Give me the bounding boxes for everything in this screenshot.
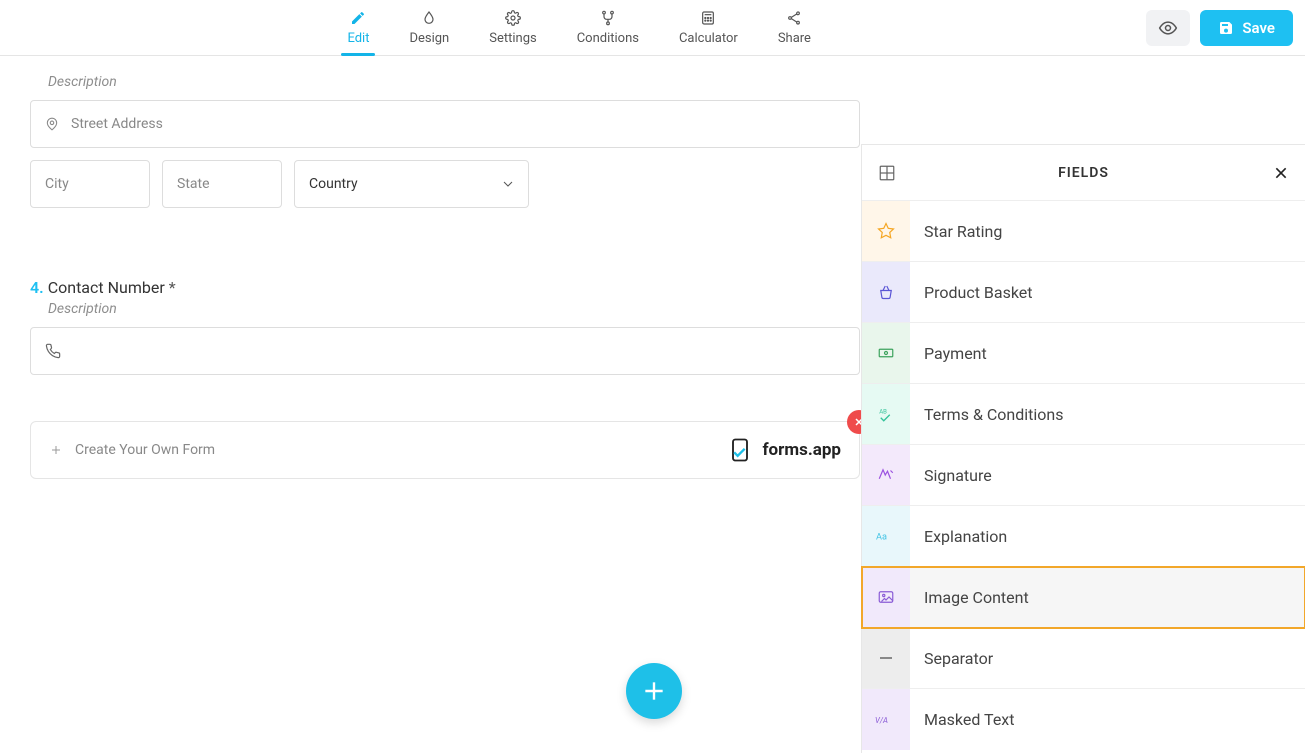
contact-number-input[interactable]	[30, 327, 860, 375]
tab-settings[interactable]: Settings	[483, 0, 542, 55]
separator-icon	[862, 628, 910, 688]
share-icon	[785, 9, 803, 27]
close-panel-button[interactable]	[1273, 165, 1289, 181]
city-placeholder: City	[45, 176, 69, 192]
address-description[interactable]: Description	[48, 74, 860, 90]
branch-icon	[599, 9, 617, 27]
city-input[interactable]: City	[30, 160, 150, 208]
tab-calculator[interactable]: Calculator	[673, 0, 744, 55]
tab-label: Conditions	[577, 31, 639, 46]
svg-text:Aa: Aa	[876, 532, 887, 542]
fields-panel-header: FIELDS	[862, 145, 1305, 201]
state-placeholder: State	[177, 176, 210, 192]
pencil-icon	[349, 9, 367, 27]
contact-description[interactable]: Description	[48, 301, 860, 317]
state-input[interactable]: State	[162, 160, 282, 208]
field-label: Image Content	[910, 588, 1029, 607]
street-address-input[interactable]: Street Address	[30, 100, 860, 148]
question-contact-number[interactable]: 4. Contact Number *	[30, 278, 860, 297]
tab-label: Share	[778, 31, 811, 46]
save-disk-icon	[1218, 20, 1234, 36]
tab-label: Design	[409, 31, 449, 46]
save-label: Save	[1242, 19, 1275, 37]
field-image-content[interactable]: Image Content	[862, 567, 1305, 628]
save-button[interactable]: Save	[1200, 10, 1293, 46]
terms-icon: AB	[862, 384, 910, 444]
plus-icon	[49, 443, 63, 457]
drop-icon	[420, 9, 438, 27]
branding-text: Create Your Own Form	[75, 442, 215, 458]
svg-text:V/A: V/A	[875, 716, 888, 725]
chevron-down-icon	[502, 178, 514, 190]
svg-text:AB: AB	[879, 408, 887, 415]
field-label: Star Rating	[910, 222, 1002, 241]
top-tabs: Edit Design Settings Conditions Calculat	[12, 0, 1146, 55]
tab-edit[interactable]: Edit	[341, 0, 375, 55]
top-toolbar: Edit Design Settings Conditions Calculat	[0, 0, 1305, 56]
field-product-basket[interactable]: Product Basket	[862, 262, 1305, 323]
field-separator[interactable]: Separator	[862, 628, 1305, 689]
map-pin-icon	[45, 116, 59, 132]
tab-label: Calculator	[679, 31, 738, 46]
field-label: Signature	[910, 466, 992, 485]
brand-name: forms.app	[762, 440, 841, 460]
field-label: Separator	[910, 649, 993, 668]
tab-label: Settings	[489, 31, 536, 46]
question-number: 4.	[30, 278, 44, 297]
country-select[interactable]: Country	[294, 160, 529, 208]
country-placeholder: Country	[309, 176, 358, 192]
field-explanation[interactable]: Aa Explanation	[862, 506, 1305, 567]
basket-icon	[862, 262, 910, 322]
field-label: Terms & Conditions	[910, 405, 1064, 424]
tab-design[interactable]: Design	[403, 0, 455, 55]
form-canvas: Description Street Address City State Co…	[30, 56, 860, 479]
street-placeholder: Street Address	[71, 116, 163, 132]
field-label: Product Basket	[910, 283, 1033, 302]
branding-banner[interactable]: Create Your Own Form forms.app	[30, 421, 860, 479]
brand-logo: forms.app	[726, 436, 841, 464]
field-star-rating[interactable]: Star Rating	[862, 201, 1305, 262]
question-label: Contact Number	[48, 278, 165, 297]
payment-icon	[862, 323, 910, 383]
layout-toggle-button[interactable]	[878, 164, 896, 182]
preview-button[interactable]	[1146, 10, 1190, 46]
image-icon	[862, 567, 910, 627]
fields-panel: FIELDS Star Rating Product Basket Paymen…	[861, 144, 1305, 753]
field-masked-text[interactable]: V/A Masked Text	[862, 689, 1305, 750]
eye-icon	[1158, 18, 1178, 38]
field-payment[interactable]: Payment	[862, 323, 1305, 384]
signature-icon	[862, 445, 910, 505]
field-label: Payment	[910, 344, 987, 363]
field-terms-conditions[interactable]: AB Terms & Conditions	[862, 384, 1305, 445]
field-signature[interactable]: Signature	[862, 445, 1305, 506]
explain-icon: Aa	[862, 506, 910, 566]
phone-icon	[45, 343, 61, 359]
tab-share[interactable]: Share	[772, 0, 817, 55]
add-field-fab[interactable]	[626, 663, 682, 719]
tab-conditions[interactable]: Conditions	[571, 0, 645, 55]
tab-label: Edit	[347, 31, 369, 46]
field-label: Masked Text	[910, 710, 1014, 729]
required-mark: *	[169, 278, 176, 297]
fields-panel-title: FIELDS	[1058, 165, 1109, 181]
gear-icon	[504, 9, 522, 27]
star-icon	[862, 201, 910, 261]
field-label: Explanation	[910, 527, 1007, 546]
plus-icon	[641, 678, 667, 704]
masked-icon: V/A	[862, 689, 910, 750]
calculator-icon	[699, 9, 717, 27]
